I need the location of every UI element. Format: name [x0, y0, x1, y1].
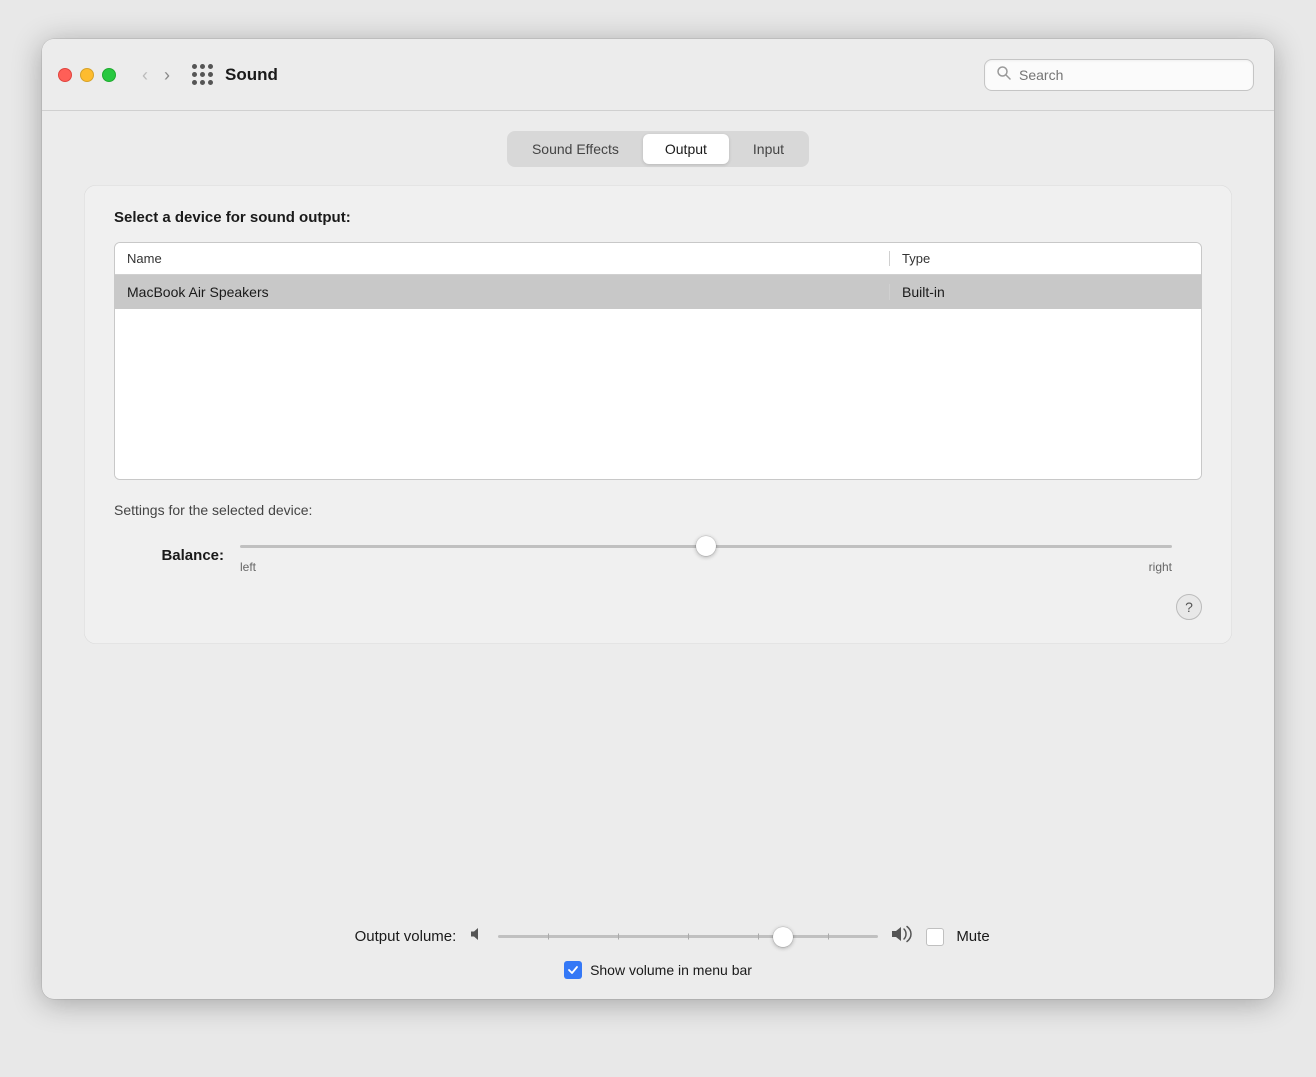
- balance-slider-container: left right: [240, 536, 1172, 574]
- volume-high-icon: [890, 924, 914, 949]
- balance-left-label: left: [240, 560, 256, 574]
- tab-input[interactable]: Input: [731, 134, 806, 164]
- maximize-button[interactable]: [102, 68, 116, 82]
- search-input[interactable]: [1019, 67, 1241, 83]
- volume-low-icon: [468, 925, 486, 948]
- main-window: ‹ › Sound: [42, 39, 1274, 999]
- balance-label: Balance:: [144, 547, 224, 564]
- table-row[interactable]: MacBook Air Speakers Built-in: [115, 275, 1201, 309]
- tab-output[interactable]: Output: [643, 134, 729, 164]
- tabs-container: Sound Effects Output Input: [84, 131, 1232, 167]
- titlebar: ‹ › Sound: [42, 39, 1274, 111]
- forward-button[interactable]: ›: [158, 62, 176, 88]
- minimize-button[interactable]: [80, 68, 94, 82]
- search-icon: [997, 66, 1011, 84]
- tab-group: Sound Effects Output Input: [507, 131, 809, 167]
- balance-slider-thumb[interactable]: [696, 536, 716, 556]
- table-empty-area: [115, 309, 1201, 479]
- balance-slider-line: [240, 545, 1172, 548]
- tab-sound-effects[interactable]: Sound Effects: [510, 134, 641, 164]
- window-title: Sound: [225, 65, 278, 85]
- col-type-header: Type: [889, 251, 1189, 266]
- device-name: MacBook Air Speakers: [127, 284, 889, 300]
- volume-row: Output volume:: [84, 924, 1232, 949]
- volume-slider-line: [498, 935, 878, 938]
- mute-checkbox[interactable]: [926, 928, 944, 946]
- device-table: Name Type MacBook Air Speakers Built-in: [114, 242, 1202, 480]
- back-button[interactable]: ‹: [136, 62, 154, 88]
- content-area: Sound Effects Output Input Select a devi…: [42, 111, 1274, 906]
- device-type: Built-in: [889, 284, 1189, 300]
- settings-label: Settings for the selected device:: [114, 502, 1202, 518]
- close-button[interactable]: [58, 68, 72, 82]
- show-volume-label: Show volume in menu bar: [590, 962, 752, 978]
- nav-buttons: ‹ ›: [136, 62, 176, 88]
- volume-slider-thumb[interactable]: [773, 927, 793, 947]
- section-title: Select a device for sound output:: [114, 209, 1202, 226]
- table-header: Name Type: [115, 243, 1201, 275]
- balance-right-label: right: [1149, 560, 1172, 574]
- traffic-lights: [58, 68, 116, 82]
- balance-slider-track[interactable]: [240, 536, 1172, 556]
- col-name-header: Name: [127, 251, 889, 266]
- balance-slider-labels: left right: [240, 560, 1172, 574]
- show-volume-checkbox[interactable]: [564, 961, 582, 979]
- output-volume-label: Output volume:: [326, 928, 456, 945]
- show-volume-row: Show volume in menu bar: [564, 961, 752, 979]
- help-button[interactable]: ?: [1176, 594, 1202, 620]
- mute-label: Mute: [956, 928, 989, 945]
- volume-slider-track[interactable]: [498, 927, 878, 947]
- balance-row: Balance: left right: [114, 536, 1202, 574]
- app-grid-dots: [192, 64, 213, 85]
- help-row: ?: [114, 594, 1202, 620]
- bottom-bar: Output volume:: [42, 906, 1274, 999]
- output-panel: Select a device for sound output: Name T…: [84, 185, 1232, 644]
- settings-section: Settings for the selected device: Balanc…: [114, 502, 1202, 574]
- grid-icon[interactable]: [192, 64, 213, 85]
- search-bar[interactable]: [984, 59, 1254, 91]
